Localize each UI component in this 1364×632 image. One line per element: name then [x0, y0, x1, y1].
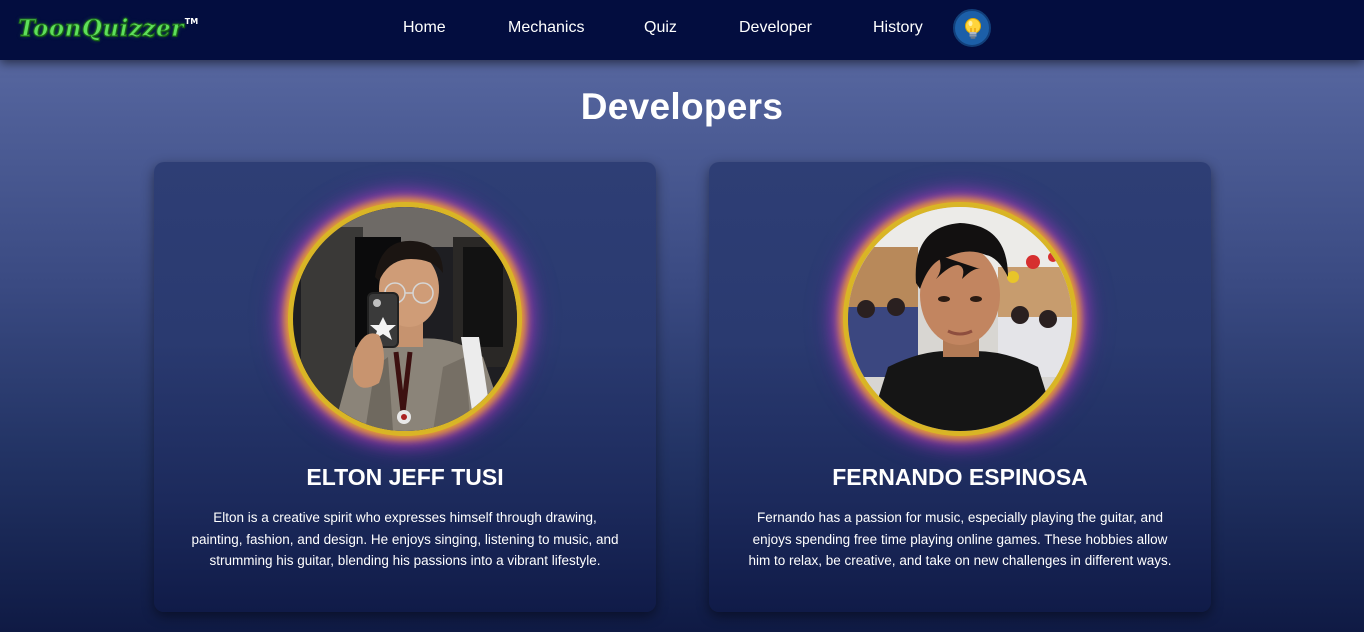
developer-photo: [293, 207, 517, 431]
bio-line: Elton is a creative spirit who expresses…: [213, 510, 597, 525]
nav-link-mechanics[interactable]: Mechanics: [508, 19, 584, 37]
bio-line: strumming his guitar, blending his passi…: [209, 553, 601, 568]
top-navbar: ToonQuizzer TM Home Mechanics Quiz Devel…: [0, 0, 1364, 60]
developer-bio: Elton is a creative spirit who expresses…: [154, 507, 656, 572]
bio-line: Fernando has a passion for music, especi…: [757, 510, 1163, 525]
bio-line: painting, fashion, and design. He enjoys…: [191, 531, 619, 547]
developer-name: ELTON JEFF TUSI: [306, 464, 504, 490]
developer-card: FERNANDO ESPINOSA Fernando has a passion…: [709, 162, 1211, 612]
developer-bio: Fernando has a passion for music, especi…: [709, 507, 1211, 572]
nav-link-home[interactable]: Home: [403, 19, 446, 37]
developer-name: FERNANDO ESPINOSA: [832, 464, 1088, 490]
bio-line: him to relax, be creative, and take on n…: [748, 553, 1172, 568]
theme-toggle-button[interactable]: [953, 9, 991, 47]
page-title: Developers: [580, 86, 784, 127]
nav-link-quiz[interactable]: Quiz: [644, 19, 677, 37]
nav-link-developer[interactable]: Developer: [739, 19, 812, 37]
nav-menu: Home Mechanics Quiz Developer History: [0, 0, 1364, 60]
lightbulb-icon: [965, 18, 981, 39]
developer-photo: [848, 207, 1072, 431]
bio-line: enjoys spending free time playing online…: [752, 531, 1168, 547]
avatar-glow-ring: [288, 202, 522, 436]
developer-card: ELTON JEFF TUSI Elton is a creative spir…: [154, 162, 656, 612]
avatar-glow-ring: [843, 202, 1077, 436]
nav-link-history[interactable]: History: [873, 19, 923, 37]
